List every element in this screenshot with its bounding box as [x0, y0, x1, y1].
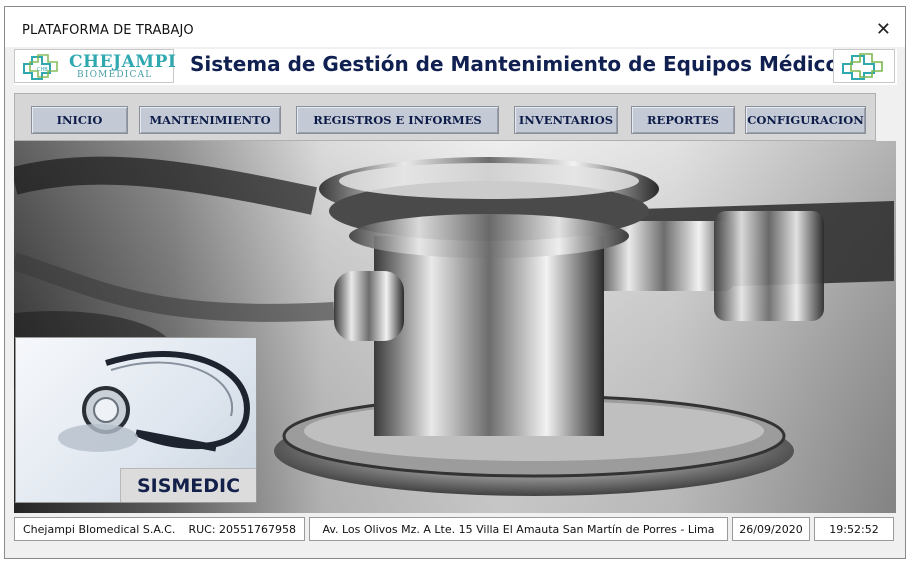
window-title: PLATAFORMA DE TRABAJO	[22, 23, 194, 38]
menu-inicio-button[interactable]: INICIO	[31, 106, 128, 134]
main-menu: INICIO MANTENIMIENTO REGISTROS E INFORME…	[14, 93, 876, 141]
sismedic-card: SISMEDIC	[15, 337, 257, 503]
menu-reportes-button[interactable]: REPORTES	[631, 106, 735, 134]
company-logo-small	[833, 49, 895, 83]
status-date: 26/09/2020	[732, 517, 810, 541]
svg-text:CHB: CHB	[37, 67, 48, 73]
status-company-panel: Chejampi BIomedical S.A.C. RUC: 20551767…	[14, 517, 305, 541]
status-ruc: RUC: 20551767958	[188, 522, 296, 536]
menu-mantenimiento-button[interactable]: MANTENIMIENTO	[139, 106, 281, 134]
page-title: Sistema de Gestión de Mantenimiento de E…	[190, 52, 852, 76]
header-banner: CHB CHEJAMPI BIOMEDICAL Sistema de Gesti…	[14, 49, 897, 85]
menu-inventarios-button[interactable]: INVENTARIOS	[514, 106, 618, 134]
close-icon[interactable]: ✕	[876, 19, 891, 40]
status-company: Chejampi BIomedical S.A.C.	[23, 522, 176, 536]
status-bar: Chejampi BIomedical S.A.C. RUC: 20551767…	[14, 517, 896, 543]
medical-cross-logo-icon: CHB	[23, 54, 58, 80]
medical-cross-logo-icon	[842, 53, 883, 80]
sismedic-label: SISMEDIC	[120, 468, 256, 502]
menu-registros-button[interactable]: REGISTROS E INFORMES	[296, 106, 499, 134]
company-brand: CHEJAMPI	[69, 52, 177, 72]
company-sub: BIOMEDICAL	[77, 70, 153, 80]
company-logo: CHB CHEJAMPI BIOMEDICAL	[14, 49, 177, 83]
menu-configuracion-button[interactable]: CONFIGURACION	[745, 106, 866, 134]
status-time: 19:52:52	[814, 517, 894, 541]
title-bar: PLATAFORMA DE TRABAJO ✕	[5, 7, 905, 47]
status-address: Av. Los Olivos Mz. A Lte. 15 Villa El Am…	[309, 517, 728, 541]
app-window: PLATAFORMA DE TRABAJO ✕ CHB CHEJAMPI BIO…	[4, 6, 906, 559]
